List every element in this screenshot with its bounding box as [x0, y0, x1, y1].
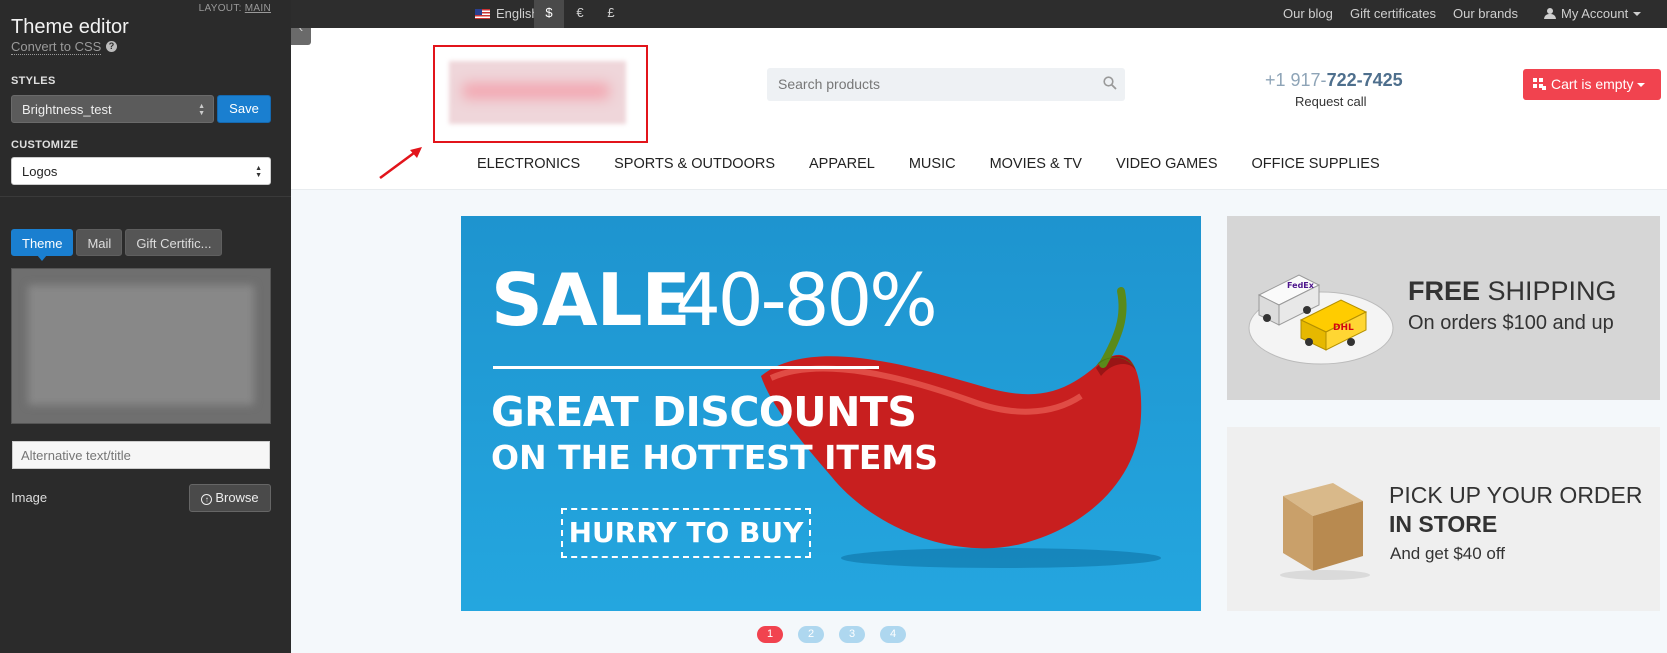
banner-line1: GREAT DISCOUNTS	[491, 388, 917, 436]
menu-item-sports-outdoors[interactable]: SPORTS & OUTDOORS	[614, 156, 775, 172]
browse-button[interactable]: ↑ Browse	[189, 484, 271, 512]
menu-item-video-games[interactable]: VIDEO GAMES	[1116, 156, 1218, 172]
pickup-title: PICK UP YOUR ORDER IN STORE	[1389, 481, 1642, 539]
styles-select[interactable]: Brightness_test ▲ ▼	[11, 95, 214, 123]
alt-text-input[interactable]	[12, 441, 270, 469]
pickup-line2: IN STORE	[1389, 511, 1498, 537]
menu-item-apparel[interactable]: APPAREL	[809, 156, 875, 172]
customize-select-value: Logos	[22, 164, 58, 179]
cart-label: Cart is empty	[1551, 76, 1634, 92]
menu-item-music[interactable]: MUSIC	[909, 156, 956, 172]
editor-tabs: Theme Mail Gift Certific...	[11, 229, 223, 261]
search-input[interactable]: Search products	[767, 68, 1125, 101]
banner-line2: ON THE HOTTEST ITEMS	[491, 438, 939, 477]
cardboard-box-image	[1280, 483, 1370, 580]
logo-preview	[11, 268, 271, 424]
save-button[interactable]: Save	[217, 95, 271, 123]
free-shipping-subtitle: On orders $100 and up	[1408, 312, 1614, 334]
customize-label: CUSTOMIZE	[11, 139, 79, 151]
divider	[0, 196, 291, 197]
svg-text:FedEx: FedEx	[1287, 281, 1315, 290]
banner-percent: 40-80%	[675, 258, 938, 342]
my-account-label: My Account	[1561, 6, 1629, 21]
tab-gift-certificates[interactable]: Gift Certific...	[125, 229, 223, 256]
layout-indicator: LAYOUT: MAIN	[199, 3, 271, 14]
pager-dot-2[interactable]: 2	[798, 626, 824, 643]
menu-item-electronics[interactable]: ELECTRONICS	[477, 156, 580, 172]
menu-item-office-supplies[interactable]: OFFICE SUPPLIES	[1252, 156, 1380, 172]
pager-dot-1[interactable]: 1	[757, 626, 783, 643]
annotation-highlight-box	[433, 45, 648, 143]
search-placeholder: Search products	[778, 76, 880, 92]
pickup-in-store-promo[interactable]: PICK UP YOUR ORDER IN STORE And get $40 o…	[1227, 427, 1660, 611]
logo-preview-image	[28, 285, 254, 405]
search-icon[interactable]	[1103, 76, 1117, 90]
cart-button[interactable]: Cart is empty	[1523, 69, 1661, 100]
free-shipping-title: FREE SHIPPING	[1408, 276, 1617, 307]
free-shipping-promo[interactable]: FedEx DHL FREE SHIPPING On orders $100 a…	[1227, 216, 1660, 400]
layout-link[interactable]: MAIN	[245, 3, 271, 14]
upload-icon: ↑	[201, 494, 213, 505]
sale-banner[interactable]: SALE 40-80% GREAT DISCOUNTS ON THE HOTTE…	[461, 216, 1201, 611]
image-label: Image	[11, 490, 48, 505]
styles-label: STYLES	[11, 75, 56, 87]
layout-label: LAYOUT:	[198, 3, 242, 14]
styles-select-value: Brightness_test	[22, 102, 112, 117]
pickup-line1: PICK UP YOUR ORDER	[1389, 482, 1643, 508]
help-icon[interactable]: ?	[106, 41, 117, 52]
svg-text:DHL: DHL	[1333, 323, 1354, 333]
my-account-menu[interactable]: My Account	[1544, 6, 1642, 21]
phone-main: 722-7425	[1326, 70, 1403, 90]
delivery-trucks-image: FedEx DHL	[1248, 274, 1394, 365]
pickup-subtitle: And get $40 off	[1390, 544, 1506, 563]
phone-prefix: +1 917-	[1265, 70, 1327, 90]
phone-number: +1 917-722-7425	[1265, 70, 1403, 91]
browse-label: Browse	[215, 490, 259, 505]
free-shipping-rest: SHIPPING	[1480, 276, 1617, 306]
currency-eur[interactable]: €	[565, 0, 595, 28]
request-call-link[interactable]: Request call	[1295, 94, 1367, 109]
banner-sale: SALE	[491, 258, 691, 342]
caret-down-icon	[1633, 12, 1642, 16]
editor-title: Theme editor	[11, 16, 129, 38]
language-label: English	[496, 6, 539, 21]
select-arrows-icon: ▲ ▼	[198, 103, 205, 117]
carousel-pager: 1 2 3 4	[757, 626, 906, 643]
theme-editor-panel: Theme editor LAYOUT: MAIN Convert to CSS…	[0, 0, 291, 653]
currency-usd[interactable]: $	[534, 0, 564, 28]
convert-to-css-link[interactable]: Convert to CSS	[11, 40, 102, 55]
pager-dot-4[interactable]: 4	[880, 626, 906, 643]
select-arrows-icon: ▲ ▼	[255, 165, 262, 179]
link-our-blog[interactable]: Our blog	[1283, 6, 1333, 21]
annotation-arrow-icon	[379, 147, 422, 180]
pager-dot-3[interactable]: 3	[839, 626, 865, 643]
customize-select[interactable]: Logos ▲ ▼	[11, 157, 271, 185]
link-our-brands[interactable]: Our brands	[1453, 6, 1518, 21]
free-shipping-bold: FREE	[1408, 276, 1481, 306]
us-flag-icon	[475, 9, 490, 19]
cart-icon	[1533, 78, 1546, 90]
main-menu: ELECTRONICS SPORTS & OUTDOORS APPAREL MU…	[477, 156, 1414, 172]
tab-mail[interactable]: Mail	[76, 229, 123, 256]
menu-item-movies-tv[interactable]: MOVIES & TV	[990, 156, 1082, 172]
user-icon	[1544, 8, 1556, 19]
currency-gbp[interactable]: £	[596, 0, 626, 28]
link-gift-certificates[interactable]: Gift certificates	[1350, 6, 1436, 21]
store-topbar: English $ € £ Our blog Gift certificates…	[291, 0, 1667, 28]
tab-theme[interactable]: Theme	[11, 229, 74, 261]
hurry-to-buy-button[interactable]: HURRY TO BUY	[561, 508, 811, 558]
banner-rule	[493, 366, 879, 369]
caret-down-icon	[1637, 83, 1646, 87]
